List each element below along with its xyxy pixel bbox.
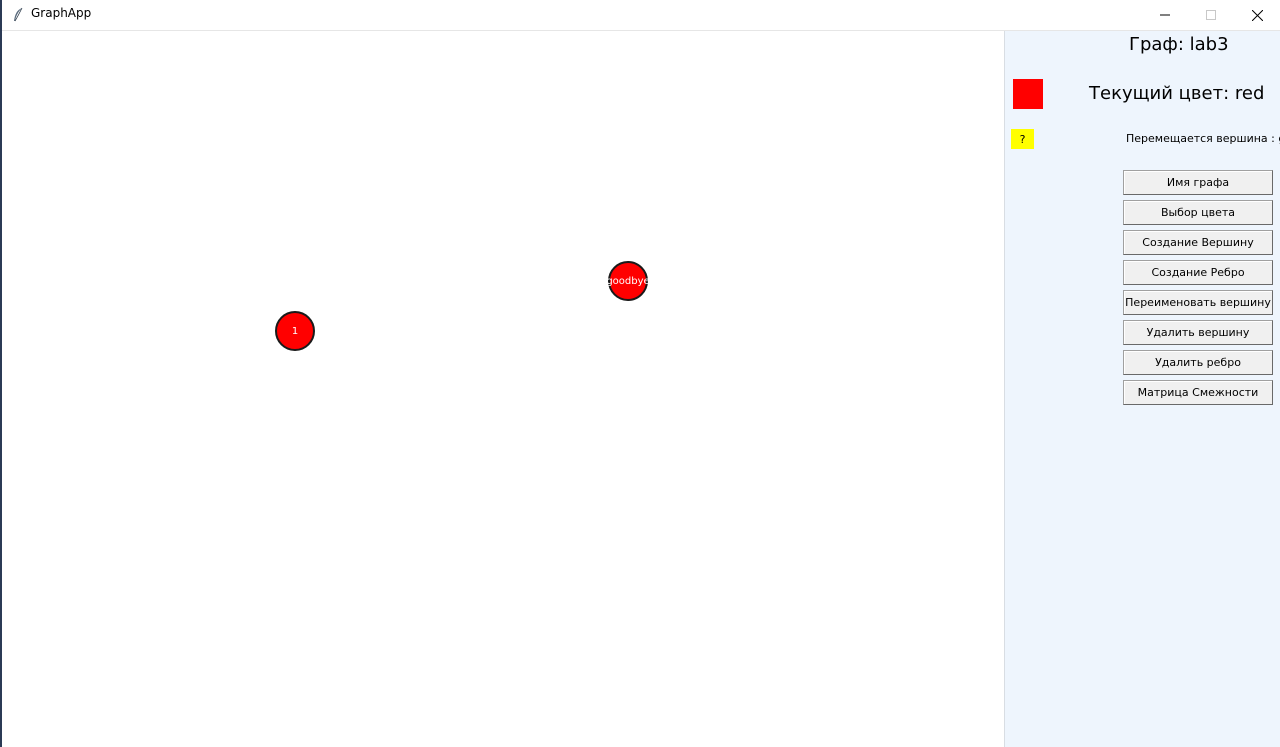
maximize-button[interactable]	[1188, 0, 1234, 30]
graph-name-button[interactable]: Имя графа	[1123, 170, 1273, 195]
delete-vertex-button[interactable]: Удалить вершину	[1123, 320, 1273, 345]
close-icon	[1251, 9, 1263, 21]
maximize-icon	[1206, 10, 1216, 20]
delete-edge-button[interactable]: Удалить ребро	[1123, 350, 1273, 375]
minimize-button[interactable]	[1142, 0, 1188, 30]
move-status-label: Перемещается вершина : goodbye	[1126, 132, 1280, 145]
create-edge-button[interactable]: Создание Ребро	[1123, 260, 1273, 285]
create-vertex-button[interactable]: Создание Вершину	[1123, 230, 1273, 255]
minimize-icon	[1160, 10, 1170, 20]
vertex-label: goodbye	[606, 275, 650, 287]
window-title: GraphApp	[31, 6, 92, 20]
vertex-label: 1	[291, 325, 299, 337]
rename-vertex-button[interactable]: Переименовать вершину	[1123, 290, 1273, 315]
app-window: GraphApp 1 goodbye Граф: lab3 Текущий цв…	[0, 0, 1280, 747]
close-button[interactable]	[1234, 0, 1280, 30]
choose-color-button[interactable]: Выбор цвета	[1123, 200, 1273, 225]
graph-name-label: Граф: lab3	[1129, 34, 1229, 55]
feather-icon	[12, 7, 24, 23]
current-color-swatch	[1013, 79, 1043, 109]
graph-vertex[interactable]: goodbye	[606, 261, 650, 301]
graph-canvas[interactable]: 1 goodbye	[2, 31, 1004, 747]
control-panel: Граф: lab3 Текущий цвет: red ? Перемещае…	[1004, 31, 1280, 747]
title-bar[interactable]: GraphApp	[2, 0, 1280, 31]
adjacency-matrix-button[interactable]: Матрица Смежности	[1123, 380, 1273, 405]
current-color-label: Текущий цвет: red	[1089, 83, 1265, 104]
graph-vertex[interactable]: 1	[275, 311, 315, 351]
help-icon[interactable]: ?	[1011, 129, 1034, 149]
